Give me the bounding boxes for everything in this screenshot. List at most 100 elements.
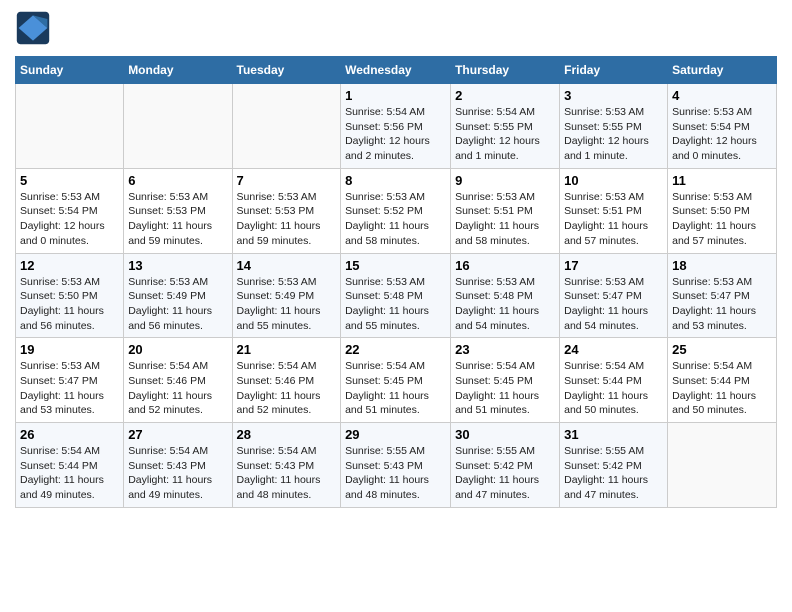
calendar-cell: 10Sunrise: 5:53 AM Sunset: 5:51 PM Dayli… (560, 168, 668, 253)
day-number: 24 (564, 342, 663, 357)
calendar-week-row: 12 Sunrise: 5:53 AM Sunset: 5:50 PM Dayli… (16, 253, 777, 338)
calendar-cell: 28 Sunrise: 5:54 AM Sunset: 5:43 PM Dayli… (232, 423, 341, 508)
day-info: Sunrise: 5:53 AM Sunset: 5:49 PM Dayligh… (128, 275, 227, 334)
calendar-cell: 26 Sunrise: 5:54 AM Sunset: 5:44 PM Dayli… (16, 423, 124, 508)
weekday-row: SundayMondayTuesdayWednesdayThursdayFrid… (16, 57, 777, 84)
calendar-week-row: 19Sunrise: 5:53 AM Sunset: 5:47 PM Dayli… (16, 338, 777, 423)
calendar-cell (232, 84, 341, 169)
calendar-cell: 25 Sunrise: 5:54 AM Sunset: 5:44 PM Dayli… (668, 338, 777, 423)
day-info: Sunrise: 5:53 AM Sunset: 5:49 PM Dayligh… (237, 275, 337, 334)
day-number: 30 (455, 427, 555, 442)
calendar-cell: 6 Sunrise: 5:53 AM Sunset: 5:53 PM Daylig… (124, 168, 232, 253)
calendar-cell: 13Sunrise: 5:53 AM Sunset: 5:49 PM Dayli… (124, 253, 232, 338)
day-info: Sunrise: 5:53 AM Sunset: 5:51 PM Dayligh… (455, 190, 555, 249)
day-number: 2 (455, 88, 555, 103)
calendar-cell: 4 Sunrise: 5:53 AM Sunset: 5:54 PM Daylig… (668, 84, 777, 169)
day-number: 5 (20, 173, 119, 188)
day-info: Sunrise: 5:53 AM Sunset: 5:50 PM Dayligh… (20, 275, 119, 334)
calendar-cell: 16 Sunrise: 5:53 AM Sunset: 5:48 PM Dayli… (451, 253, 560, 338)
day-info: Sunrise: 5:53 AM Sunset: 5:53 PM Dayligh… (237, 190, 337, 249)
day-info: Sunrise: 5:54 AM Sunset: 5:44 PM Dayligh… (20, 444, 119, 503)
day-info: Sunrise: 5:54 AM Sunset: 5:43 PM Dayligh… (237, 444, 337, 503)
day-info: Sunrise: 5:53 AM Sunset: 5:48 PM Dayligh… (455, 275, 555, 334)
day-number: 12 (20, 258, 119, 273)
weekday-header: Monday (124, 57, 232, 84)
calendar-cell (16, 84, 124, 169)
calendar-week-row: 26 Sunrise: 5:54 AM Sunset: 5:44 PM Dayli… (16, 423, 777, 508)
calendar-cell: 24Sunrise: 5:54 AM Sunset: 5:44 PM Dayli… (560, 338, 668, 423)
weekday-header: Thursday (451, 57, 560, 84)
day-info: Sunrise: 5:53 AM Sunset: 5:54 PM Dayligh… (672, 105, 772, 164)
logo-icon (15, 10, 51, 46)
day-number: 11 (672, 173, 772, 188)
day-info: Sunrise: 5:54 AM Sunset: 5:55 PM Dayligh… (455, 105, 555, 164)
day-number: 9 (455, 173, 555, 188)
day-info: Sunrise: 5:54 AM Sunset: 5:44 PM Dayligh… (672, 359, 772, 418)
day-number: 17 (564, 258, 663, 273)
day-info: Sunrise: 5:53 AM Sunset: 5:53 PM Dayligh… (128, 190, 227, 249)
calendar-container: SundayMondayTuesdayWednesdayThursdayFrid… (0, 0, 792, 518)
calendar-cell: 27 Sunrise: 5:54 AM Sunset: 5:43 PM Dayli… (124, 423, 232, 508)
day-info: Sunrise: 5:53 AM Sunset: 5:52 PM Dayligh… (345, 190, 446, 249)
weekday-header: Saturday (668, 57, 777, 84)
day-number: 1 (345, 88, 446, 103)
day-info: Sunrise: 5:55 AM Sunset: 5:43 PM Dayligh… (345, 444, 446, 503)
calendar-cell: 3Sunrise: 5:53 AM Sunset: 5:55 PM Daylig… (560, 84, 668, 169)
calendar-cell: 31Sunrise: 5:55 AM Sunset: 5:42 PM Dayli… (560, 423, 668, 508)
day-info: Sunrise: 5:55 AM Sunset: 5:42 PM Dayligh… (455, 444, 555, 503)
calendar-cell: 5 Sunrise: 5:53 AM Sunset: 5:54 PM Daylig… (16, 168, 124, 253)
calendar-cell: 7 Sunrise: 5:53 AM Sunset: 5:53 PM Daylig… (232, 168, 341, 253)
logo (15, 10, 55, 46)
calendar-cell: 2 Sunrise: 5:54 AM Sunset: 5:55 PM Daylig… (451, 84, 560, 169)
day-info: Sunrise: 5:54 AM Sunset: 5:46 PM Dayligh… (128, 359, 227, 418)
header (15, 10, 777, 46)
weekday-header: Friday (560, 57, 668, 84)
day-number: 20 (128, 342, 227, 357)
calendar-cell: 29 Sunrise: 5:55 AM Sunset: 5:43 PM Dayli… (341, 423, 451, 508)
calendar-cell: 22 Sunrise: 5:54 AM Sunset: 5:45 PM Dayli… (341, 338, 451, 423)
calendar-cell: 8 Sunrise: 5:53 AM Sunset: 5:52 PM Daylig… (341, 168, 451, 253)
day-info: Sunrise: 5:53 AM Sunset: 5:47 PM Dayligh… (672, 275, 772, 334)
weekday-header: Tuesday (232, 57, 341, 84)
day-info: Sunrise: 5:53 AM Sunset: 5:48 PM Dayligh… (345, 275, 446, 334)
day-number: 25 (672, 342, 772, 357)
calendar-header: SundayMondayTuesdayWednesdayThursdayFrid… (16, 57, 777, 84)
calendar-table: SundayMondayTuesdayWednesdayThursdayFrid… (15, 56, 777, 508)
calendar-cell: 1 Sunrise: 5:54 AM Sunset: 5:56 PM Daylig… (341, 84, 451, 169)
day-info: Sunrise: 5:54 AM Sunset: 5:45 PM Dayligh… (345, 359, 446, 418)
day-info: Sunrise: 5:53 AM Sunset: 5:55 PM Dayligh… (564, 105, 663, 164)
calendar-cell: 19Sunrise: 5:53 AM Sunset: 5:47 PM Dayli… (16, 338, 124, 423)
calendar-cell: 14 Sunrise: 5:53 AM Sunset: 5:49 PM Dayli… (232, 253, 341, 338)
day-number: 19 (20, 342, 119, 357)
day-number: 23 (455, 342, 555, 357)
day-number: 7 (237, 173, 337, 188)
calendar-cell: 21Sunrise: 5:54 AM Sunset: 5:46 PM Dayli… (232, 338, 341, 423)
calendar-cell (668, 423, 777, 508)
day-number: 14 (237, 258, 337, 273)
calendar-cell: 9 Sunrise: 5:53 AM Sunset: 5:51 PM Daylig… (451, 168, 560, 253)
day-number: 29 (345, 427, 446, 442)
day-number: 28 (237, 427, 337, 442)
day-number: 10 (564, 173, 663, 188)
day-info: Sunrise: 5:54 AM Sunset: 5:43 PM Dayligh… (128, 444, 227, 503)
day-number: 26 (20, 427, 119, 442)
day-info: Sunrise: 5:53 AM Sunset: 5:47 PM Dayligh… (564, 275, 663, 334)
calendar-week-row: 1 Sunrise: 5:54 AM Sunset: 5:56 PM Daylig… (16, 84, 777, 169)
day-number: 27 (128, 427, 227, 442)
day-info: Sunrise: 5:53 AM Sunset: 5:50 PM Dayligh… (672, 190, 772, 249)
calendar-week-row: 5 Sunrise: 5:53 AM Sunset: 5:54 PM Daylig… (16, 168, 777, 253)
day-info: Sunrise: 5:53 AM Sunset: 5:54 PM Dayligh… (20, 190, 119, 249)
day-number: 22 (345, 342, 446, 357)
day-info: Sunrise: 5:54 AM Sunset: 5:56 PM Dayligh… (345, 105, 446, 164)
day-number: 8 (345, 173, 446, 188)
weekday-header: Wednesday (341, 57, 451, 84)
day-number: 6 (128, 173, 227, 188)
day-number: 16 (455, 258, 555, 273)
weekday-header: Sunday (16, 57, 124, 84)
calendar-body: 1 Sunrise: 5:54 AM Sunset: 5:56 PM Daylig… (16, 84, 777, 508)
day-number: 18 (672, 258, 772, 273)
calendar-cell: 12 Sunrise: 5:53 AM Sunset: 5:50 PM Dayli… (16, 253, 124, 338)
day-info: Sunrise: 5:55 AM Sunset: 5:42 PM Dayligh… (564, 444, 663, 503)
day-number: 4 (672, 88, 772, 103)
calendar-cell: 11 Sunrise: 5:53 AM Sunset: 5:50 PM Dayli… (668, 168, 777, 253)
